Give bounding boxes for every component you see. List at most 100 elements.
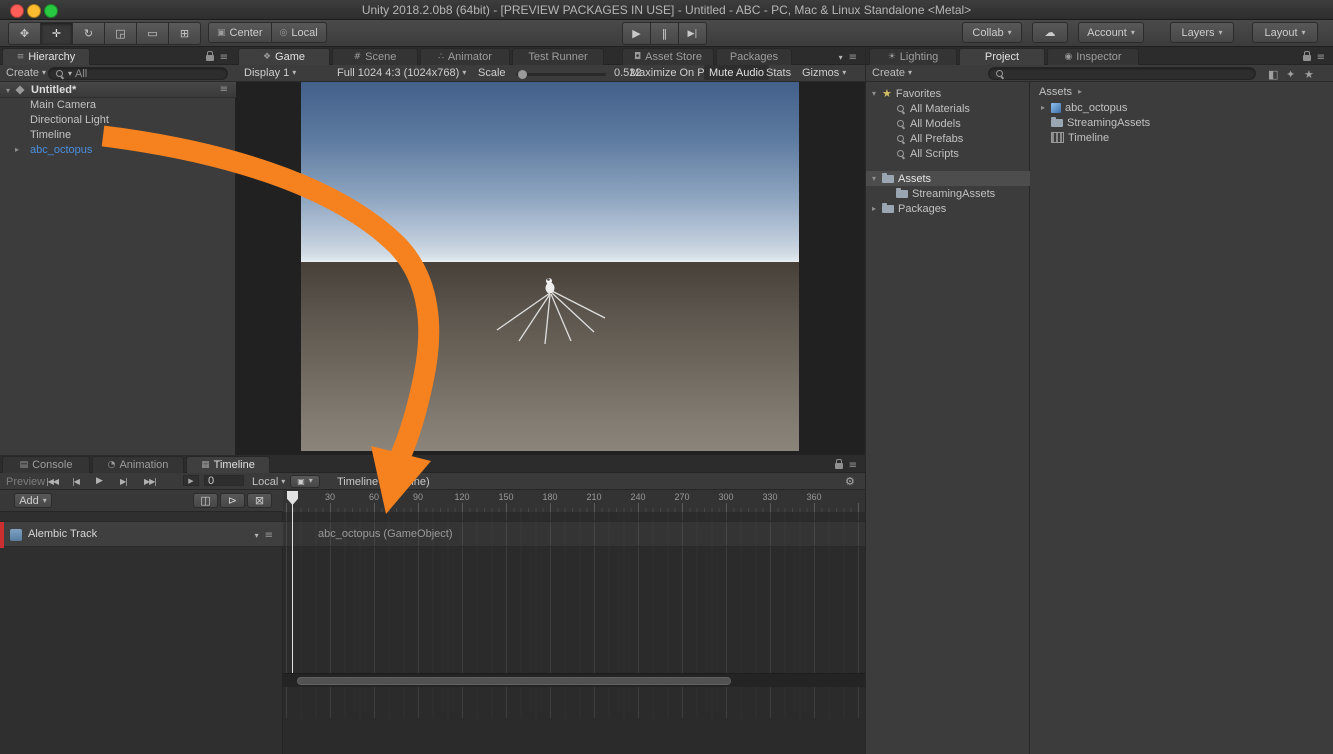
chevron-down-icon[interactable]: ▾ xyxy=(255,532,259,540)
mute-audio-toggle[interactable]: Mute Audio xyxy=(704,65,769,80)
foldout-icon[interactable]: ▸ xyxy=(1039,103,1047,112)
gear-icon[interactable]: ⚙ xyxy=(845,475,855,488)
tab-game[interactable]: ❖ Game xyxy=(238,48,330,65)
hscrollbar-thumb[interactable] xyxy=(297,677,731,685)
move-tool-button[interactable]: ✛ xyxy=(40,22,73,45)
foldout-icon[interactable]: ▸ xyxy=(13,145,21,154)
favorite-all-scripts[interactable]: All Scripts xyxy=(896,146,959,161)
project-search-input[interactable] xyxy=(988,67,1256,80)
cloud-services-button[interactable]: ☁ xyxy=(1032,22,1068,43)
rect-tool-button[interactable]: ▭ xyxy=(136,22,169,45)
chevron-down-icon: ▾ xyxy=(309,477,313,485)
pane-menu-icon[interactable]: ≡ xyxy=(1317,52,1325,63)
tab-timeline[interactable]: ▦ Timeline xyxy=(186,456,270,473)
pane-menu-icon[interactable]: ≡ xyxy=(849,52,857,63)
timeline-ruler[interactable]: 30 60 90 120 150 180 210 240 270 300 330… xyxy=(283,490,865,512)
foldout-icon[interactable]: ▾ xyxy=(870,174,878,183)
foldout-icon[interactable]: ▾ xyxy=(4,86,12,95)
breadcrumb[interactable]: Assets ▸ xyxy=(1039,84,1084,99)
scene-menu-icon[interactable]: ≡ xyxy=(220,84,228,95)
time-mode-dropdown[interactable]: Local ▾ xyxy=(252,476,285,488)
asset-timeline[interactable]: Timeline xyxy=(1051,130,1109,145)
play-button[interactable]: ▶ xyxy=(622,22,651,45)
streamingassets-folder[interactable]: StreamingAssets xyxy=(896,186,995,201)
chevron-down-icon[interactable]: ▾ xyxy=(839,54,843,62)
create-dropdown[interactable]: Create ▾ xyxy=(6,67,46,79)
scene-header[interactable]: ▾ Untitled* ≡ xyxy=(0,82,236,98)
transform-tool-button[interactable]: ⊞ xyxy=(168,22,201,45)
alembic-track-header[interactable]: Alembic Track ▾ ≡ xyxy=(0,521,283,547)
hierarchy-search-input[interactable]: ▾ All xyxy=(48,67,228,80)
step-button[interactable]: ▶| xyxy=(678,22,707,45)
project-create-dropdown[interactable]: Create ▾ xyxy=(872,67,912,79)
item-label: All Prefabs xyxy=(910,133,963,145)
pivot-mode-button[interactable]: ▣ Center xyxy=(208,22,272,43)
pause-button[interactable]: ‖ xyxy=(650,22,679,45)
tab-asset-store[interactable]: ◘ Asset Store xyxy=(622,48,714,65)
rotate-tool-button[interactable]: ↻ xyxy=(72,22,105,45)
item-label: All Scripts xyxy=(910,148,959,160)
playhead-line[interactable] xyxy=(292,504,293,673)
scale-slider-thumb[interactable] xyxy=(518,70,527,79)
track-menu-icon[interactable]: ≡ xyxy=(265,530,273,541)
frame-field[interactable]: 0 xyxy=(204,475,244,486)
foldout-icon[interactable]: ▸ xyxy=(870,204,878,213)
collab-dropdown[interactable]: Collab ▾ xyxy=(962,22,1022,43)
tab-animator[interactable]: ∴ Animator xyxy=(420,48,510,65)
hierarchy-item-main-camera[interactable]: Main Camera xyxy=(30,97,96,112)
gizmos-dropdown[interactable]: Gizmos ▾ xyxy=(802,67,846,79)
pane-menu-icon[interactable]: ≡ xyxy=(220,52,228,63)
favorite-all-prefabs[interactable]: All Prefabs xyxy=(896,131,963,146)
space-mode-button[interactable]: ◎ Local xyxy=(271,22,327,43)
replace-mode-button[interactable]: ⊠ xyxy=(247,493,272,508)
tab-test-runner[interactable]: Test Runner xyxy=(512,48,604,65)
favorites-root[interactable]: ▾ ★ Favorites xyxy=(870,86,941,101)
add-track-button[interactable]: Add ▾ xyxy=(14,493,52,508)
favorite-all-models[interactable]: All Models xyxy=(896,116,961,131)
ripple-mode-button[interactable]: ⊳ xyxy=(220,493,245,508)
tab-animation[interactable]: ◔ Animation xyxy=(92,456,184,473)
search-by-type-icon[interactable]: ◧ xyxy=(1268,68,1278,81)
favorite-all-materials[interactable]: All Materials xyxy=(896,101,970,116)
display-dropdown[interactable]: Display 1 ▾ xyxy=(244,67,296,79)
tab-project[interactable]: Project xyxy=(959,48,1045,65)
hierarchy-item-abc-octopus[interactable]: ▸ abc_octopus xyxy=(13,142,92,157)
account-dropdown[interactable]: Account ▾ xyxy=(1078,22,1144,43)
tab-scene[interactable]: # Scene xyxy=(332,48,418,65)
alembic-track-lane[interactable]: abc_octopus (GameObject) xyxy=(283,521,865,547)
lock-icon[interactable] xyxy=(1303,55,1311,61)
director-dropdown[interactable]: ▣ ▾ xyxy=(290,475,320,488)
tab-console[interactable]: ▤ Console xyxy=(2,456,90,473)
previous-frame-button[interactable]: |◀ xyxy=(72,477,79,486)
layout-dropdown[interactable]: Layout ▾ xyxy=(1252,22,1318,43)
mix-mode-button[interactable]: ◫ xyxy=(193,493,218,508)
goto-end-button[interactable]: ▶▶| xyxy=(144,477,156,486)
asset-streamingassets[interactable]: StreamingAssets xyxy=(1051,115,1150,130)
lock-icon[interactable] xyxy=(835,463,843,469)
layers-dropdown[interactable]: Layers ▾ xyxy=(1170,22,1234,43)
hand-tool-button[interactable]: ✥ xyxy=(8,22,41,45)
scale-tool-button[interactable]: ◲ xyxy=(104,22,137,45)
hierarchy-item-directional-light[interactable]: Directional Light xyxy=(30,112,109,127)
goto-start-button[interactable]: |◀◀ xyxy=(46,477,58,486)
preview-toggle[interactable]: Preview xyxy=(6,476,45,488)
timeline-play-button[interactable]: ▶ xyxy=(96,476,102,486)
play-range-toggle[interactable]: ▶ xyxy=(183,475,199,486)
scale-slider-track[interactable] xyxy=(516,73,606,76)
lock-icon[interactable] xyxy=(206,55,214,61)
next-frame-button[interactable]: ▶| xyxy=(120,477,127,486)
assets-folder[interactable]: ▾ Assets xyxy=(870,171,931,186)
search-by-label-icon[interactable]: ✦ xyxy=(1286,68,1295,81)
foldout-icon[interactable]: ▾ xyxy=(870,89,878,98)
asset-abc-octopus[interactable]: ▸ abc_octopus xyxy=(1039,100,1127,115)
tab-packages[interactable]: Packages xyxy=(716,48,792,65)
tab-hierarchy[interactable]: ≡ Hierarchy xyxy=(2,48,90,65)
stats-toggle[interactable]: Stats xyxy=(766,67,791,79)
tab-inspector[interactable]: ◉ Inspector xyxy=(1047,48,1139,65)
packages-folder[interactable]: ▸ Packages xyxy=(870,201,946,216)
hierarchy-item-timeline[interactable]: Timeline xyxy=(30,127,71,142)
favorites-filter-icon[interactable]: ★ xyxy=(1304,68,1314,81)
tab-lighting[interactable]: ☀ Lighting xyxy=(869,48,957,65)
pane-menu-icon[interactable]: ≡ xyxy=(849,460,857,471)
aspect-dropdown[interactable]: Full 1024 4:3 (1024x768) ▾ xyxy=(337,67,466,79)
